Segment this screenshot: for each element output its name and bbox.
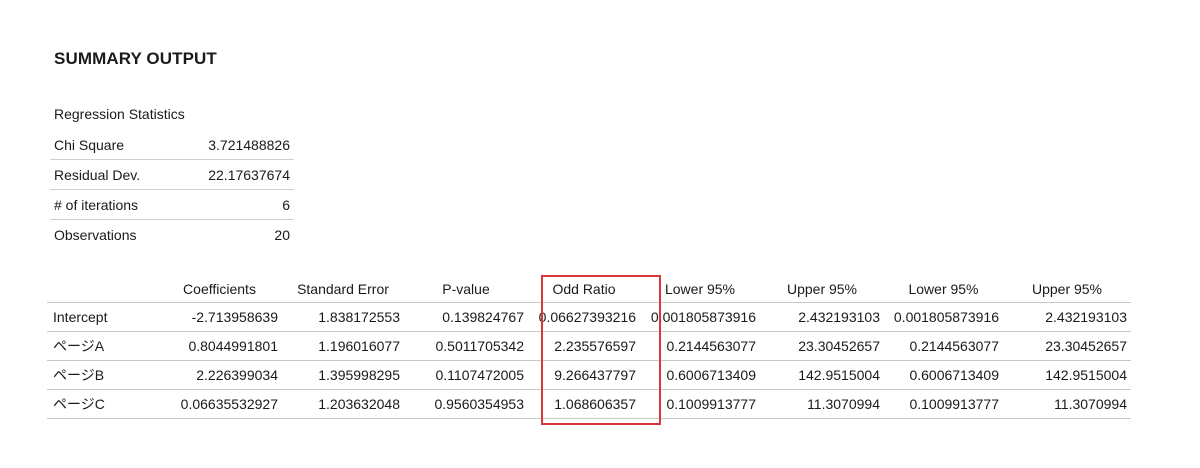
row-label: ページB (47, 360, 157, 390)
cell-lower-95-2: 0.001805873916 (884, 302, 1003, 332)
stats-row: Chi Square 3.721488826 (50, 130, 294, 160)
cell-upper-95: 11.3070994 (760, 389, 884, 419)
cell-upper-95: 2.432193103 (760, 302, 884, 332)
cell-coefficient: 0.8044991801 (157, 331, 282, 361)
cell-lower-95-2: 0.1009913777 (884, 389, 1003, 419)
table-row: ページB 2.226399034 1.395998295 0.110747200… (47, 360, 1131, 390)
cell-upper-95: 142.9515004 (760, 360, 884, 390)
row-label: Intercept (47, 302, 157, 332)
cell-standard-error: 1.196016077 (282, 331, 404, 361)
stat-value: 20 (274, 226, 290, 243)
stat-name: # of iterations (50, 189, 194, 220)
header-upper-95-2: Upper 95% (1003, 275, 1131, 303)
stat-name: Observations (54, 226, 137, 243)
cell-upper-95: 23.30452657 (760, 331, 884, 361)
cell-coefficient: 2.226399034 (157, 360, 282, 390)
cell-lower-95: 0.6006713409 (640, 360, 760, 390)
table-row: ページA 0.8044991801 1.196016077 0.50117053… (47, 331, 1131, 361)
stat-value: 3.721488826 (194, 130, 294, 160)
cell-upper-95-2: 23.30452657 (1003, 331, 1131, 361)
cell-standard-error: 1.395998295 (282, 360, 404, 390)
cell-upper-95-2: 2.432193103 (1003, 302, 1131, 332)
header-upper-95: Upper 95% (760, 275, 884, 303)
table-row: Intercept -2.713958639 1.838172553 0.139… (47, 302, 1131, 332)
cell-standard-error: 1.838172553 (282, 302, 404, 332)
stat-value: 22.17637674 (194, 159, 294, 190)
stat-value: 6 (194, 189, 294, 220)
stat-name: Chi Square (50, 130, 194, 160)
header-row: Coefficients Standard Error P-value Odd … (47, 275, 1131, 303)
cell-odd-ratio: 2.235576597 (528, 331, 640, 361)
header-lower-95-2: Lower 95% (884, 275, 1003, 303)
cell-lower-95-2: 0.2144563077 (884, 331, 1003, 361)
cell-lower-95: 0.001805873916 (640, 302, 760, 332)
cell-upper-95-2: 142.9515004 (1003, 360, 1131, 390)
header-standard-error: Standard Error (282, 275, 404, 303)
cell-lower-95: 0.1009913777 (640, 389, 760, 419)
header-coefficients: Coefficients (157, 275, 282, 303)
cell-odd-ratio: 9.266437797 (528, 360, 640, 390)
coefficients-table: Coefficients Standard Error P-value Odd … (47, 275, 1131, 419)
row-label: ページC (47, 389, 157, 419)
header-lower-95: Lower 95% (640, 275, 760, 303)
summary-output-title: SUMMARY OUTPUT (54, 49, 217, 68)
cell-p-value: 0.1107472005 (404, 360, 528, 390)
regression-statistics-table: Chi Square 3.721488826 Residual Dev. 22.… (50, 130, 294, 249)
cell-lower-95: 0.2144563077 (640, 331, 760, 361)
header-odd-ratio: Odd Ratio (528, 275, 640, 303)
header-cell-blank (47, 275, 157, 303)
stats-row: # of iterations 6 (50, 189, 294, 220)
cell-standard-error: 1.203632048 (282, 389, 404, 419)
header-p-value: P-value (404, 275, 528, 303)
regression-statistics-label: Regression Statistics (54, 106, 185, 122)
stat-name: Residual Dev. (50, 159, 194, 190)
cell-p-value: 0.139824767 (404, 302, 528, 332)
cell-odd-ratio: 1.068606357 (528, 389, 640, 419)
table-row: ページC 0.06635532927 1.203632048 0.9560354… (47, 389, 1131, 419)
stats-row: Residual Dev. 22.17637674 (50, 159, 294, 190)
cell-p-value: 0.5011705342 (404, 331, 528, 361)
cell-upper-95-2: 11.3070994 (1003, 389, 1131, 419)
cell-p-value: 0.9560354953 (404, 389, 528, 419)
cell-coefficient: 0.06635532927 (157, 389, 282, 419)
cell-odd-ratio: 0.06627393216 (528, 302, 640, 332)
row-label: ページA (47, 331, 157, 361)
cell-lower-95-2: 0.6006713409 (884, 360, 1003, 390)
cell-coefficient: -2.713958639 (157, 302, 282, 332)
stats-row: Observations 20 (50, 220, 294, 250)
